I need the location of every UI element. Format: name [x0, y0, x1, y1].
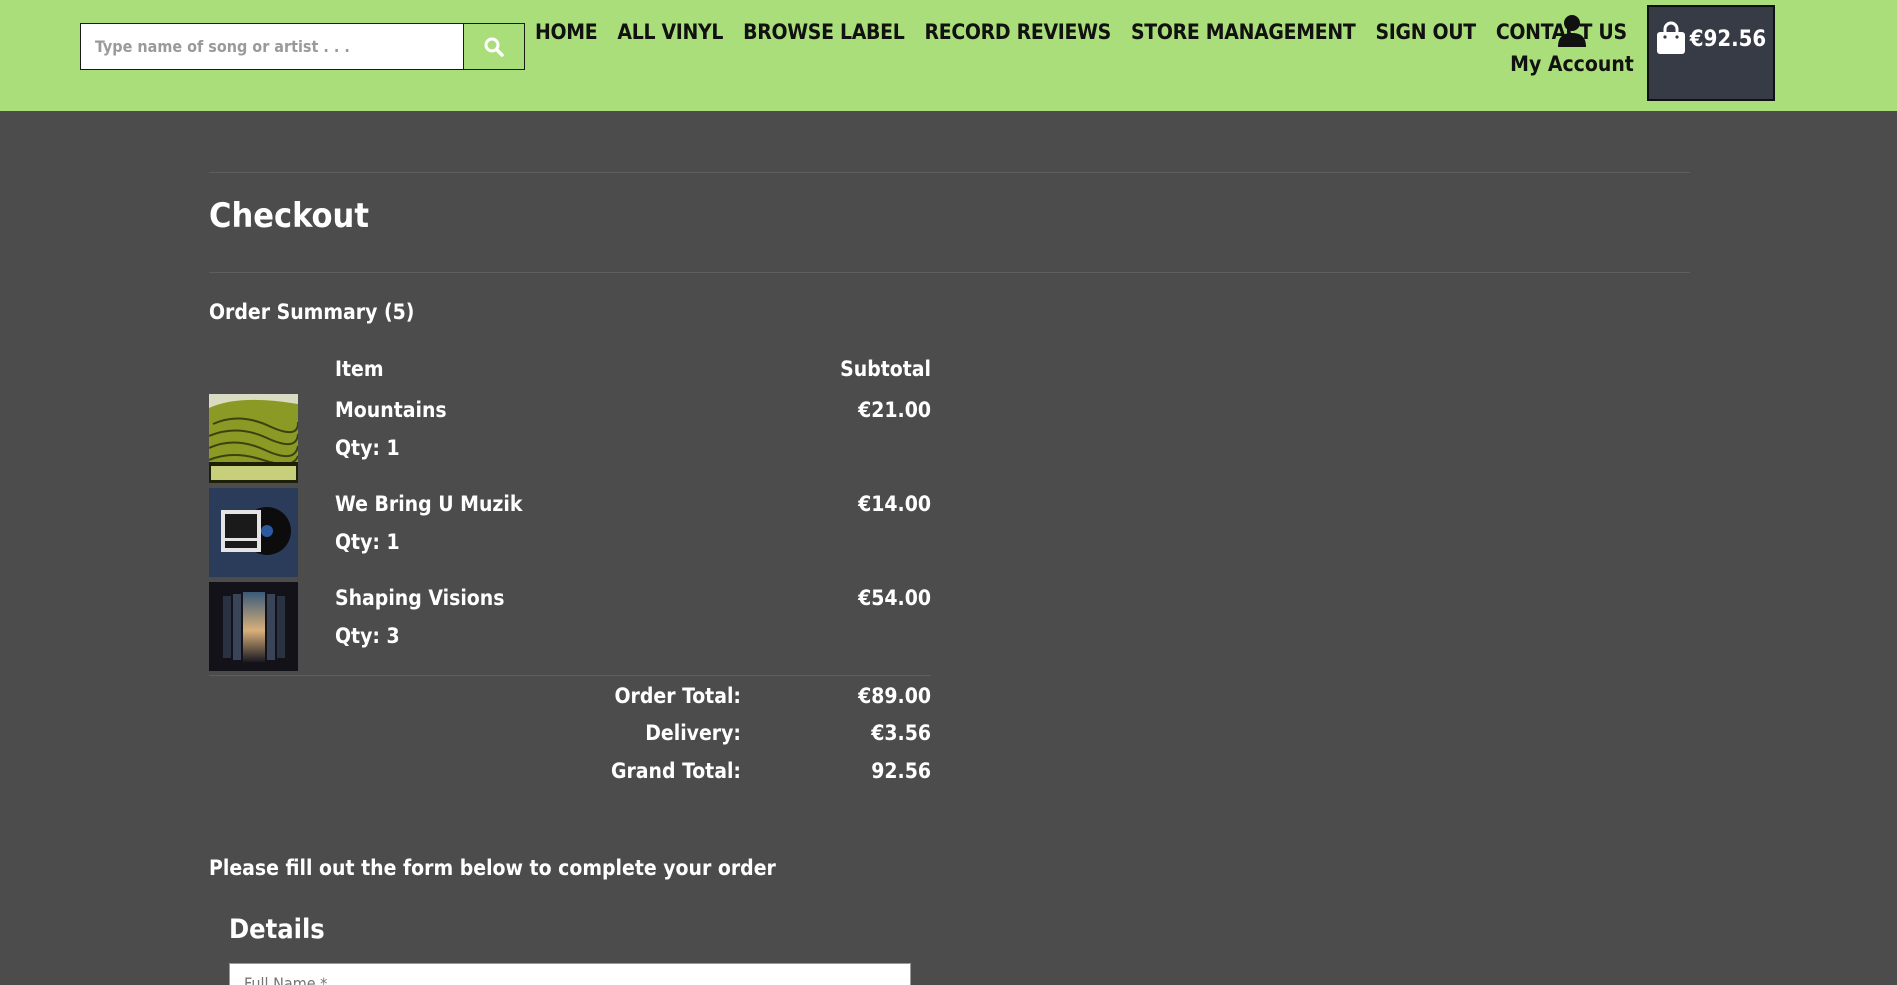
order-total-label: Order Total: — [614, 684, 741, 708]
divider-top — [209, 172, 1690, 173]
cart-button[interactable]: €92.56 — [1647, 5, 1775, 101]
delivery-value: €3.56 — [871, 721, 931, 745]
shopping-bag-icon — [1656, 21, 1685, 54]
full-name-field[interactable] — [229, 963, 911, 985]
item-name: We Bring U Muzik — [335, 492, 523, 516]
album-cover-mountains — [209, 394, 298, 483]
delivery-label: Delivery: — [645, 721, 741, 745]
form-instructions: Please fill out the form below to comple… — [209, 856, 776, 880]
divider-title — [209, 272, 1690, 273]
album-cover-we-bring-u-muzik — [209, 488, 298, 577]
order-item-row: We Bring U Muzik Qty: 1 €14.00 — [209, 488, 931, 578]
page-title: Checkout — [209, 196, 369, 236]
nav-store-management[interactable]: STORE MANAGEMENT — [1131, 20, 1356, 44]
nav-all-vinyl[interactable]: ALL VINYL — [617, 20, 723, 44]
nav-browse-label[interactable]: BROWSE LABEL — [743, 20, 905, 44]
search-button[interactable] — [463, 24, 524, 69]
order-item-row: Shaping Visions Qty: 3 €54.00 — [209, 582, 931, 672]
album-cover-shaping-visions — [209, 582, 298, 671]
order-item-row: Mountains Qty: 1 €21.00 — [209, 394, 931, 484]
item-name: Mountains — [335, 398, 447, 422]
order-summary-title: Order Summary (5) — [209, 300, 415, 324]
col-header-subtotal: Subtotal — [840, 357, 931, 381]
main-nav: HOME ALL VINYL BROWSE LABEL RECORD REVIE… — [535, 20, 1627, 44]
order-total-value: €89.00 — [858, 684, 931, 708]
item-qty: Qty: 1 — [335, 530, 400, 554]
top-header: HOME ALL VINYL BROWSE LABEL RECORD REVIE… — [0, 0, 1897, 111]
my-account-link[interactable]: My Account — [1508, 14, 1636, 76]
item-price: €54.00 — [858, 586, 931, 610]
grand-total-value: 92.56 — [871, 759, 931, 783]
cart-total: €92.56 — [1689, 27, 1767, 52]
grand-total-label: Grand Total: — [610, 759, 741, 783]
col-header-item: Item — [335, 357, 384, 381]
item-price: €21.00 — [858, 398, 931, 422]
item-qty: Qty: 3 — [335, 624, 400, 648]
item-name: Shaping Visions — [335, 586, 505, 610]
totals-divider — [209, 675, 931, 676]
search-icon — [484, 37, 504, 57]
nav-record-reviews[interactable]: RECORD REVIEWS — [925, 20, 1112, 44]
item-qty: Qty: 1 — [335, 436, 400, 460]
search-input[interactable] — [81, 24, 464, 69]
my-account-label: My Account — [1510, 52, 1634, 76]
item-price: €14.00 — [858, 492, 931, 516]
nav-home[interactable]: HOME — [535, 20, 598, 44]
search-bar — [80, 23, 525, 70]
nav-sign-out[interactable]: SIGN OUT — [1375, 20, 1476, 44]
details-heading: Details — [229, 914, 325, 945]
user-icon — [1558, 15, 1586, 47]
